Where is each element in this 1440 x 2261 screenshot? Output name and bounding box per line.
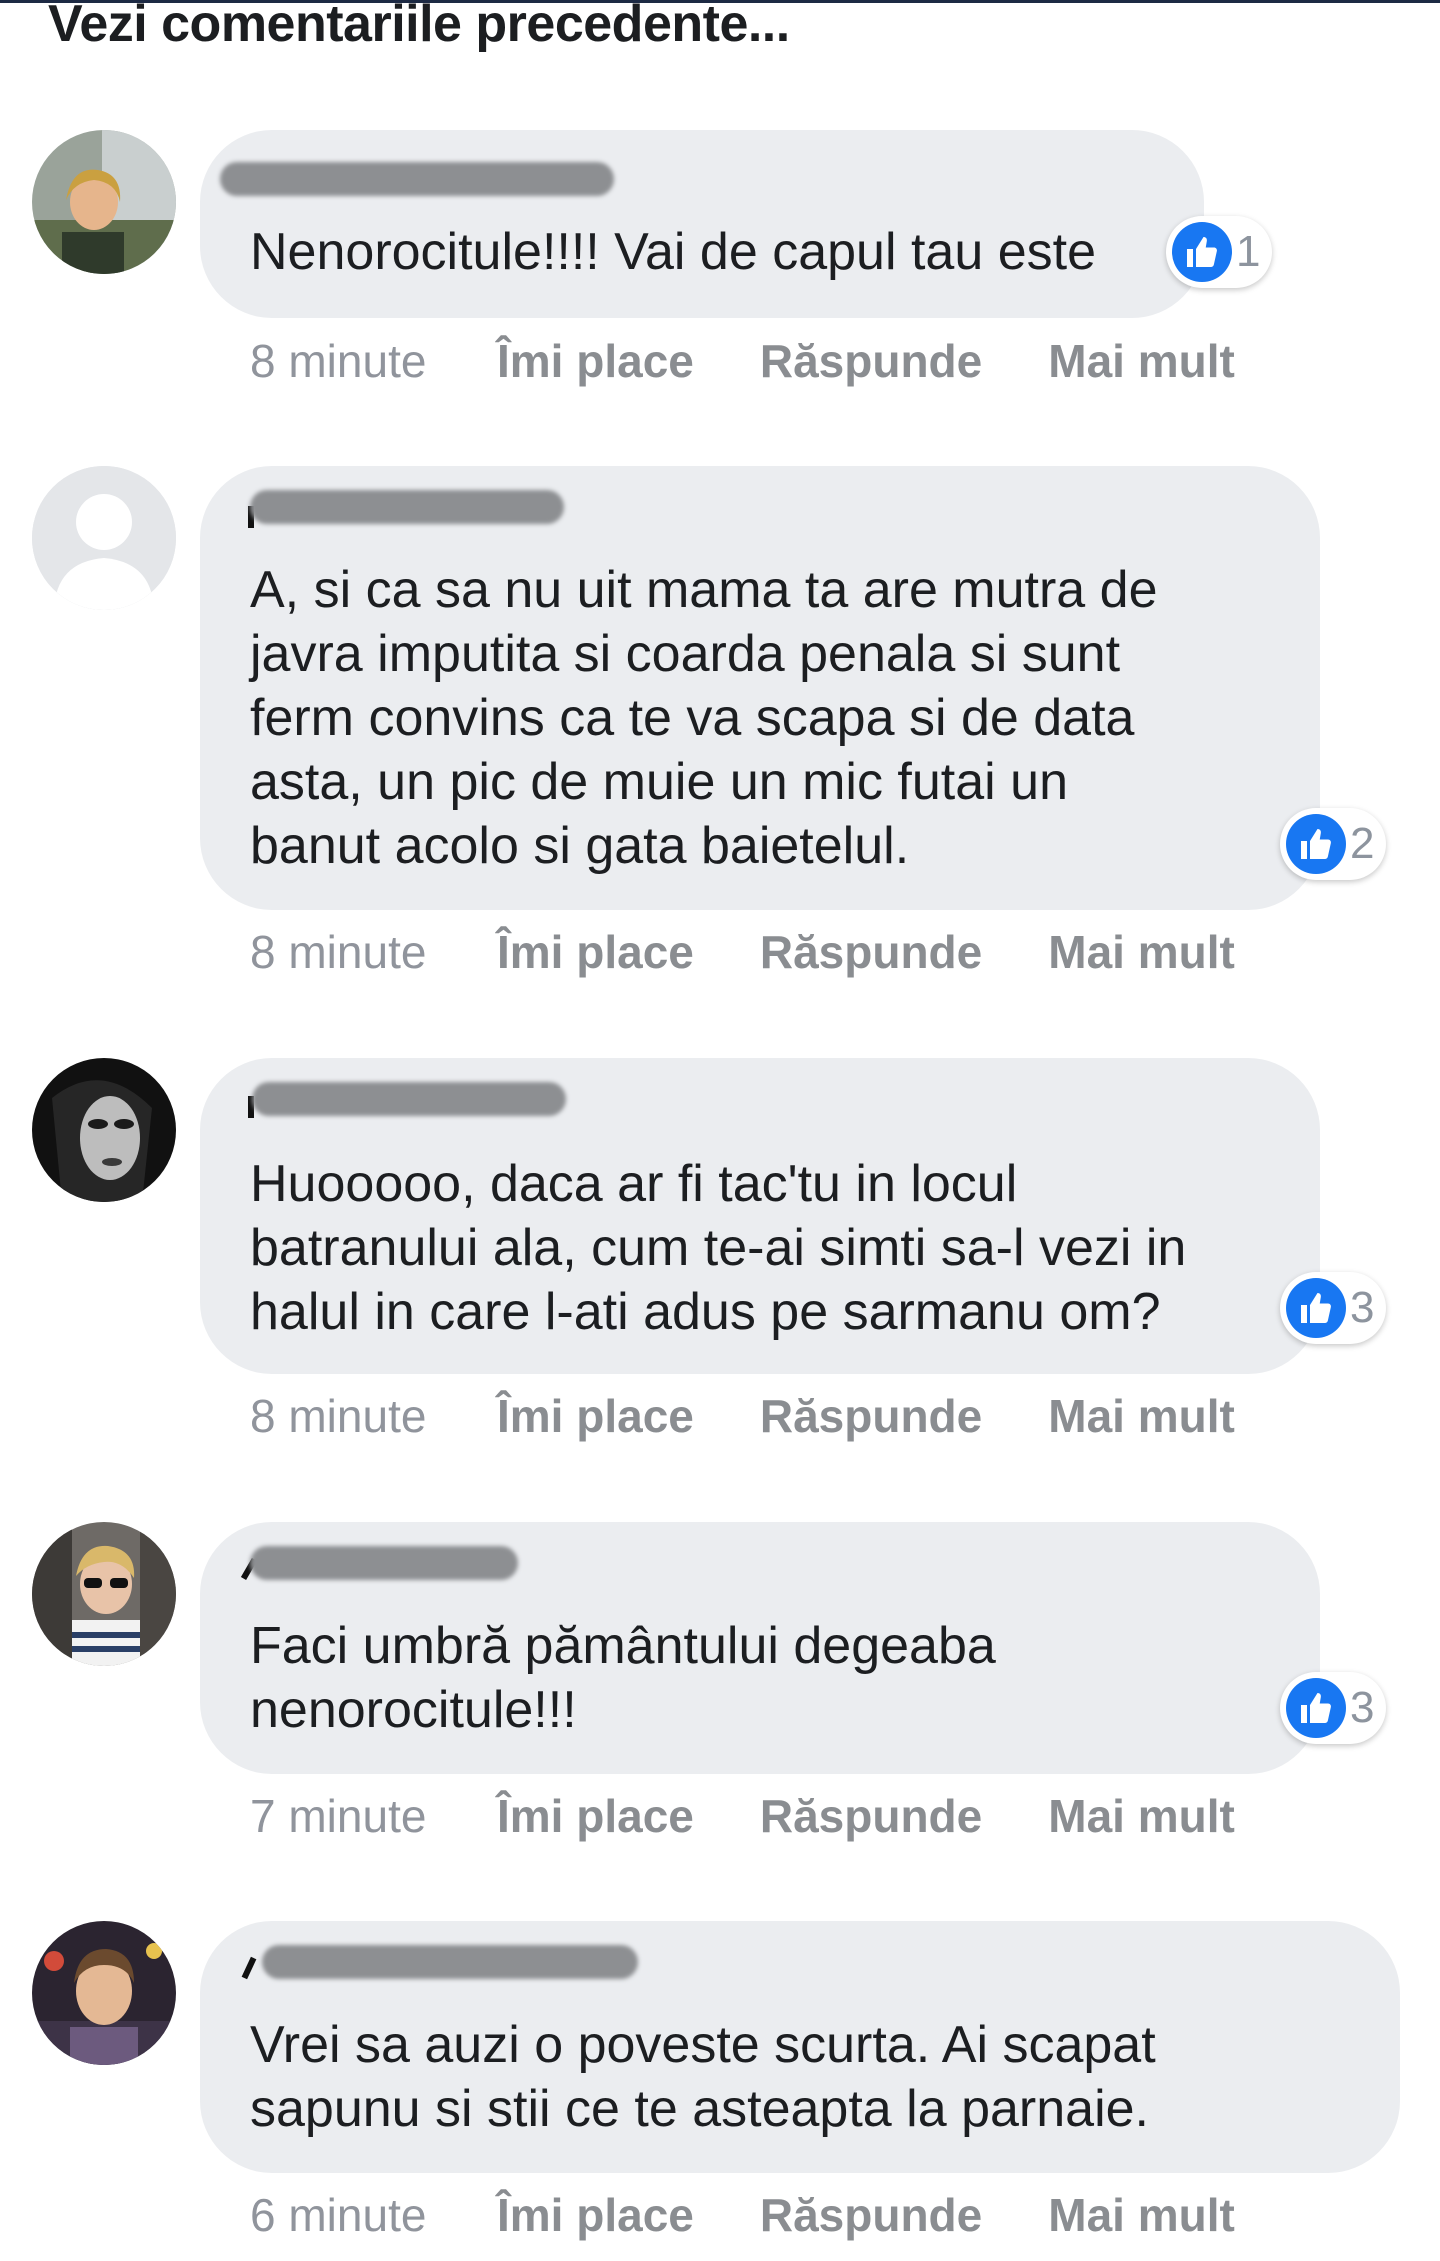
more-button[interactable]: Mai mult <box>1048 334 1235 388</box>
comment-text: Faci umbră pământului degeaba nenorocitu… <box>250 1617 996 1739</box>
woman-sunglasses-avatar[interactable] <box>32 1522 176 1666</box>
redacted-author-name <box>262 1945 638 1979</box>
more-button[interactable]: Mai mult <box>1048 2188 1235 2242</box>
comment-actions: 8 minute Îmi place Răspunde Mai mult <box>250 334 1301 388</box>
like-reaction-icon <box>1172 222 1232 282</box>
timestamp[interactable]: 7 minute <box>250 1789 497 1843</box>
timestamp[interactable]: 8 minute <box>250 334 497 388</box>
reaction-number: 3 <box>1350 1283 1375 1332</box>
default-silhouette-avatar[interactable] <box>32 466 176 610</box>
reply-button[interactable]: Răspunde <box>760 1389 982 1443</box>
comment-bubble: Vrei sa auzi o poveste scurta. Ai scapat… <box>200 1921 1400 2173</box>
comment-text: Huooooo, daca ar fi tac'tu in locul batr… <box>250 1155 1187 1341</box>
like-reaction-icon <box>1286 1278 1346 1338</box>
like-reaction-icon <box>1286 1678 1346 1738</box>
comment-bubble: Faci umbră pământului degeaba nenorocitu… <box>200 1522 1320 1774</box>
comment-text: A, si ca sa nu uit mama ta are mutra de … <box>250 561 1158 875</box>
reply-button[interactable]: Răspunde <box>760 1789 982 1843</box>
dark-portrait-avatar[interactable] <box>32 1058 176 1202</box>
comment-bubble: A, si ca sa nu uit mama ta are mutra de … <box>200 466 1320 910</box>
reaction-count[interactable]: 3 <box>1280 1272 1387 1344</box>
more-button[interactable]: Mai mult <box>1048 925 1235 979</box>
comment-bubble: Nenorocitule!!!! Vai de capul tau este <box>200 130 1204 318</box>
reaction-number: 1 <box>1236 227 1261 276</box>
like-button[interactable]: Îmi place <box>497 2188 694 2242</box>
redacted-author-name <box>250 1546 518 1580</box>
more-button[interactable]: Mai mult <box>1048 1389 1235 1443</box>
redacted-author-name <box>252 1082 566 1116</box>
like-button[interactable]: Îmi place <box>497 1789 694 1843</box>
comment-actions: 6 minute Îmi place Răspunde Mai mult <box>250 2188 1301 2242</box>
comment-text: Nenorocitule!!!! Vai de capul tau este <box>250 223 1096 281</box>
reaction-count[interactable]: 3 <box>1280 1672 1387 1744</box>
comment-text: Vrei sa auzi o poveste scurta. Ai scapat… <box>250 2016 1156 2138</box>
timestamp[interactable]: 8 minute <box>250 1389 497 1443</box>
view-previous-comments-link[interactable]: Vezi comentariile precedente... <box>48 0 790 54</box>
reply-button[interactable]: Răspunde <box>760 334 982 388</box>
comment-bubble: Huooooo, daca ar fi tac'tu in locul batr… <box>200 1058 1320 1374</box>
more-button[interactable]: Mai mult <box>1048 1789 1235 1843</box>
redacted-author-name <box>250 490 564 524</box>
reply-button[interactable]: Răspunde <box>760 925 982 979</box>
comment-actions: 8 minute Îmi place Răspunde Mai mult <box>250 925 1301 979</box>
timestamp[interactable]: 6 minute <box>250 2188 497 2242</box>
like-button[interactable]: Îmi place <box>497 334 694 388</box>
like-button[interactable]: Îmi place <box>497 1389 694 1443</box>
comment-actions: 8 minute Îmi place Răspunde Mai mult <box>250 1389 1301 1443</box>
name-fragment <box>241 1956 257 1980</box>
like-reaction-icon <box>1286 814 1346 874</box>
reaction-count[interactable]: 1 <box>1166 216 1273 288</box>
like-button[interactable]: Îmi place <box>497 925 694 979</box>
comment-actions: 7 minute Îmi place Răspunde Mai mult <box>250 1789 1301 1843</box>
reaction-number: 3 <box>1350 1683 1375 1732</box>
redacted-author-name <box>220 162 614 196</box>
reaction-number: 2 <box>1350 819 1375 868</box>
reaction-count[interactable]: 2 <box>1280 808 1387 880</box>
reply-button[interactable]: Răspunde <box>760 2188 982 2242</box>
man-photo-avatar[interactable] <box>32 1921 176 2065</box>
timestamp[interactable]: 8 minute <box>250 925 497 979</box>
woman-photo-avatar[interactable] <box>32 130 176 274</box>
